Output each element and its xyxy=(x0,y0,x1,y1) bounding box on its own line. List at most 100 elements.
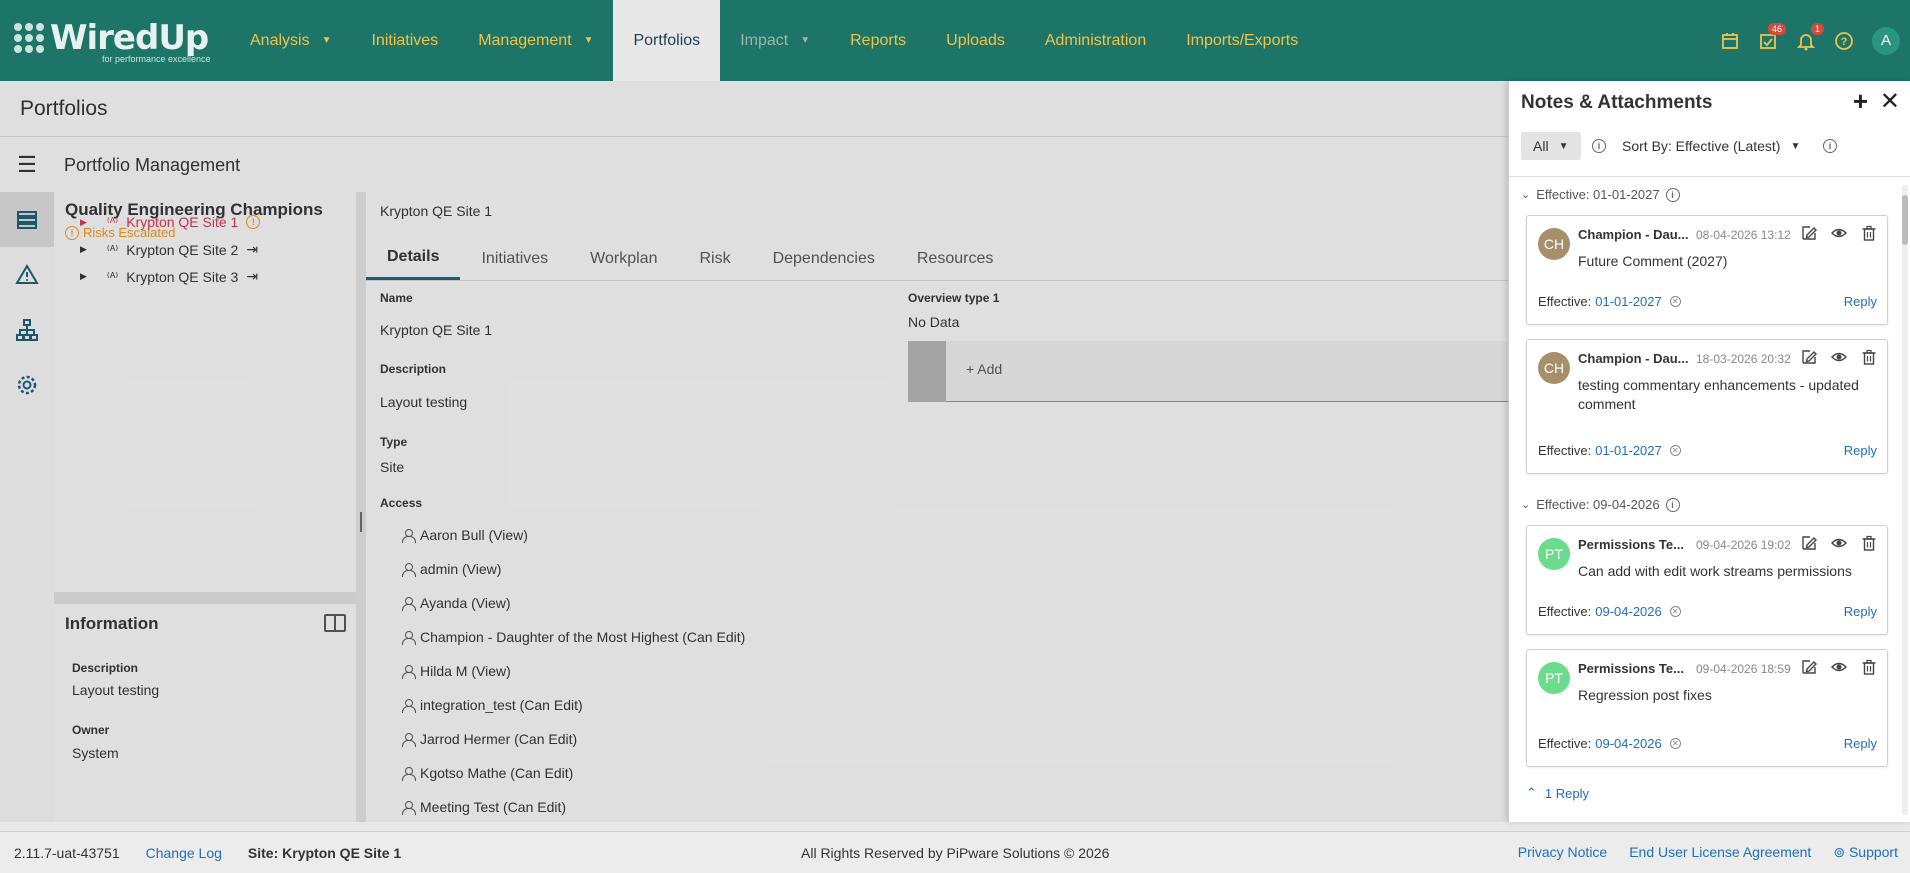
access-item: Jarrod Hermer (Can Edit) xyxy=(402,731,577,747)
nav-portfolios[interactable]: Portfolios xyxy=(613,0,721,81)
tab-risk[interactable]: Risk xyxy=(678,237,751,280)
edit-icon[interactable] xyxy=(1800,348,1817,365)
reply-link[interactable]: Reply xyxy=(1844,443,1877,458)
note-card: PT Permissions Te... 09-04-2026 19:02 Can a… xyxy=(1526,525,1888,635)
filter-select[interactable]: All ▼ xyxy=(1521,132,1581,160)
group-label: Effective: 01-01-2027 xyxy=(1536,187,1660,202)
nav-analysis[interactable]: Analysis ▼ xyxy=(230,0,351,81)
nav-uploads[interactable]: Uploads xyxy=(926,0,1025,81)
replies-toggle[interactable]: ⌃ 1 Reply xyxy=(1526,785,1589,801)
nav-impact[interactable]: Impact ▼ xyxy=(720,0,830,81)
calendar-icon[interactable] xyxy=(1720,31,1740,51)
info-owner-label: Owner xyxy=(72,723,110,737)
group-header[interactable]: ⌄ Effective: 09-04-2026 i xyxy=(1521,497,1680,512)
user-avatar[interactable]: A xyxy=(1872,26,1900,55)
footer: 2.11.7-uat-43751 Change Log Site: Krypto… xyxy=(0,831,1910,873)
reply-link[interactable]: Reply xyxy=(1844,294,1877,309)
tree-item-site-2[interactable]: ▶ ⁽ᴬ⁾ Krypton QE Site 2 ⇥ xyxy=(80,241,258,258)
privacy-link[interactable]: Privacy Notice xyxy=(1518,844,1607,861)
sidebar-item-portfolio[interactable] xyxy=(0,192,54,247)
effective-label: Effective: xyxy=(1538,604,1592,619)
edit-icon[interactable] xyxy=(1800,534,1817,551)
brand-logo[interactable]: WiredUp for performance excellence xyxy=(0,0,230,81)
expand-triangle-icon[interactable]: ▶ xyxy=(80,244,87,255)
tab-dependencies[interactable]: Dependencies xyxy=(752,237,896,280)
nav-imports-exports[interactable]: Imports/Exports xyxy=(1166,0,1318,81)
group-header[interactable]: ⌄ Effective: 01-01-2027 i xyxy=(1521,187,1680,202)
bell-icon[interactable]: 1 xyxy=(1796,22,1824,51)
close-icon[interactable]: ✕ xyxy=(1880,87,1900,116)
name-value: Krypton QE Site 1 xyxy=(380,322,493,338)
eye-icon[interactable] xyxy=(1830,348,1847,365)
split-view-icon[interactable] xyxy=(324,614,346,632)
person-icon xyxy=(402,596,416,611)
nav-administration[interactable]: Administration xyxy=(1025,0,1166,81)
author-avatar: CH xyxy=(1538,228,1570,260)
access-item: Kgotso Mathe (Can Edit) xyxy=(402,765,573,781)
sidebar-item-hierarchy[interactable] xyxy=(0,302,54,357)
sort-info-icon[interactable]: i xyxy=(1823,139,1837,153)
detail-tabs: Details Initiatives Workplan Risk Dependenci… xyxy=(366,237,1510,281)
info-description: Layout testing xyxy=(72,682,160,698)
expand-triangle-icon[interactable]: ▶ xyxy=(80,217,87,228)
note-author: Champion - Dau... xyxy=(1578,227,1689,242)
effective-date-link[interactable]: 09-04-2026 xyxy=(1595,736,1662,751)
group-label: Effective: 09-04-2026 xyxy=(1536,497,1660,512)
add-strip xyxy=(908,341,946,402)
edit-icon[interactable] xyxy=(1800,658,1817,675)
eye-icon[interactable] xyxy=(1830,658,1847,675)
access-item: integration_test (Can Edit) xyxy=(402,697,583,713)
tab-workplan[interactable]: Workplan xyxy=(569,237,678,280)
note-date: 09-04-2026 18:59 xyxy=(1696,662,1791,676)
tree-item-site-1[interactable]: ▶ ⁽ᴬ⁾ Krypton QE Site 1 ! xyxy=(80,214,261,230)
tab-resources[interactable]: Resources xyxy=(896,237,1014,280)
help-icon[interactable]: ? xyxy=(1834,31,1854,51)
nav-initiatives[interactable]: Initiatives xyxy=(351,0,458,81)
info-icon[interactable]: i xyxy=(1665,497,1680,512)
trash-icon[interactable] xyxy=(1860,224,1877,241)
nav-management[interactable]: Management ▼ xyxy=(458,0,613,81)
type-label: Type xyxy=(380,435,408,449)
tree-item-site-3[interactable]: ▶ ⁽ᴬ⁾ Krypton QE Site 3 ⇥ xyxy=(80,268,258,285)
reply-link[interactable]: Reply xyxy=(1844,736,1877,751)
eula-link[interactable]: End User License Agreement xyxy=(1629,844,1811,861)
tab-initiatives[interactable]: Initiatives xyxy=(460,237,569,280)
clear-date-icon[interactable]: ✕ xyxy=(1669,606,1681,617)
tasks-icon[interactable]: 46 xyxy=(1758,22,1786,51)
change-log-link[interactable]: Change Log xyxy=(146,845,222,861)
sidebar-item-risk[interactable] xyxy=(0,247,54,302)
tab-details[interactable]: Details xyxy=(366,237,461,280)
panel-splitter[interactable] xyxy=(54,592,356,604)
add-note-icon[interactable]: + xyxy=(1853,86,1868,117)
trash-icon[interactable] xyxy=(1860,348,1877,365)
reply-link[interactable]: Reply xyxy=(1844,604,1877,619)
support-link[interactable]: ⊚ Support xyxy=(1833,844,1898,861)
trash-icon[interactable] xyxy=(1860,658,1877,675)
trash-icon[interactable] xyxy=(1860,534,1877,551)
effective-date-link[interactable]: 01-01-2027 xyxy=(1595,443,1662,458)
clear-date-icon[interactable]: ✕ xyxy=(1669,296,1681,307)
sidebar-item-settings[interactable] xyxy=(0,357,54,412)
add-button[interactable]: + Add xyxy=(966,361,1002,377)
edit-icon[interactable] xyxy=(1800,224,1817,241)
access-item: Champion - Daughter of the Most Highest … xyxy=(402,629,745,645)
effective-date-link[interactable]: 09-04-2026 xyxy=(1595,604,1662,619)
access-label: admin (View) xyxy=(420,561,502,577)
nav-label: Analysis xyxy=(250,31,310,49)
vertical-splitter[interactable] xyxy=(356,192,366,822)
add-overview-box[interactable]: + Add xyxy=(908,341,1510,402)
clear-date-icon[interactable]: ✕ xyxy=(1669,445,1681,456)
nav-reports[interactable]: Reports xyxy=(830,0,926,81)
effective-date-link[interactable]: 01-01-2027 xyxy=(1595,294,1662,309)
clear-date-icon[interactable]: ✕ xyxy=(1669,738,1681,749)
sort-select[interactable]: Sort By: Effective (Latest) ▼ xyxy=(1622,132,1800,160)
eye-icon[interactable] xyxy=(1830,224,1847,241)
tree-item-label: Krypton QE Site 1 xyxy=(126,214,239,230)
menu-icon[interactable]: ☰ xyxy=(0,152,54,178)
eye-icon[interactable] xyxy=(1830,534,1847,551)
current-site: Site: Krypton QE Site 1 xyxy=(247,844,402,861)
filter-info-icon[interactable]: i xyxy=(1592,139,1606,153)
info-icon[interactable]: i xyxy=(1665,187,1680,202)
expand-triangle-icon[interactable]: ▶ xyxy=(80,271,87,282)
nav-label: Administration xyxy=(1044,31,1147,49)
